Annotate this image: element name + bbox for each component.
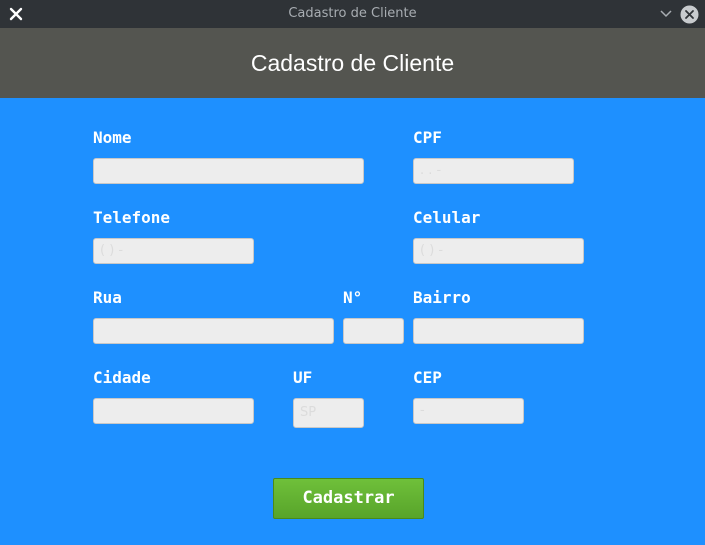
bairro-label: Bairro <box>413 288 471 307</box>
chevron-down-icon[interactable] <box>659 8 673 20</box>
nome-label: Nome <box>93 128 132 147</box>
nome-input[interactable] <box>93 158 364 184</box>
uf-input[interactable]: SP <box>293 398 364 428</box>
cadastrar-button[interactable]: Cadastrar <box>273 478 424 519</box>
cep-label: CEP <box>413 368 442 387</box>
uf-label: UF <box>293 368 313 387</box>
cidade-label: Cidade <box>93 368 151 387</box>
numero-input[interactable] <box>343 318 404 344</box>
cpf-input[interactable]: . . - <box>413 158 574 184</box>
cidade-input[interactable] <box>93 398 254 424</box>
page-title: Cadastro de Cliente <box>250 50 455 76</box>
bairro-input[interactable] <box>413 318 584 344</box>
window-close-icon[interactable] <box>680 5 699 24</box>
celular-input[interactable]: ( ) - <box>413 238 584 264</box>
cep-input[interactable]: - <box>413 398 524 424</box>
rua-label: Rua <box>93 288 122 307</box>
celular-label: Celular <box>413 208 481 227</box>
numero-label: N° <box>343 288 363 307</box>
form-header: Cadastro de Cliente <box>0 28 705 98</box>
window-title: Cadastro de Cliente <box>288 6 417 21</box>
window-titlebar: Cadastro de Cliente <box>0 0 705 28</box>
rua-input[interactable] <box>93 318 334 344</box>
telefone-label: Telefone <box>93 208 171 227</box>
cpf-label: CPF <box>413 128 442 147</box>
telefone-input[interactable]: ( ) - <box>93 238 254 264</box>
